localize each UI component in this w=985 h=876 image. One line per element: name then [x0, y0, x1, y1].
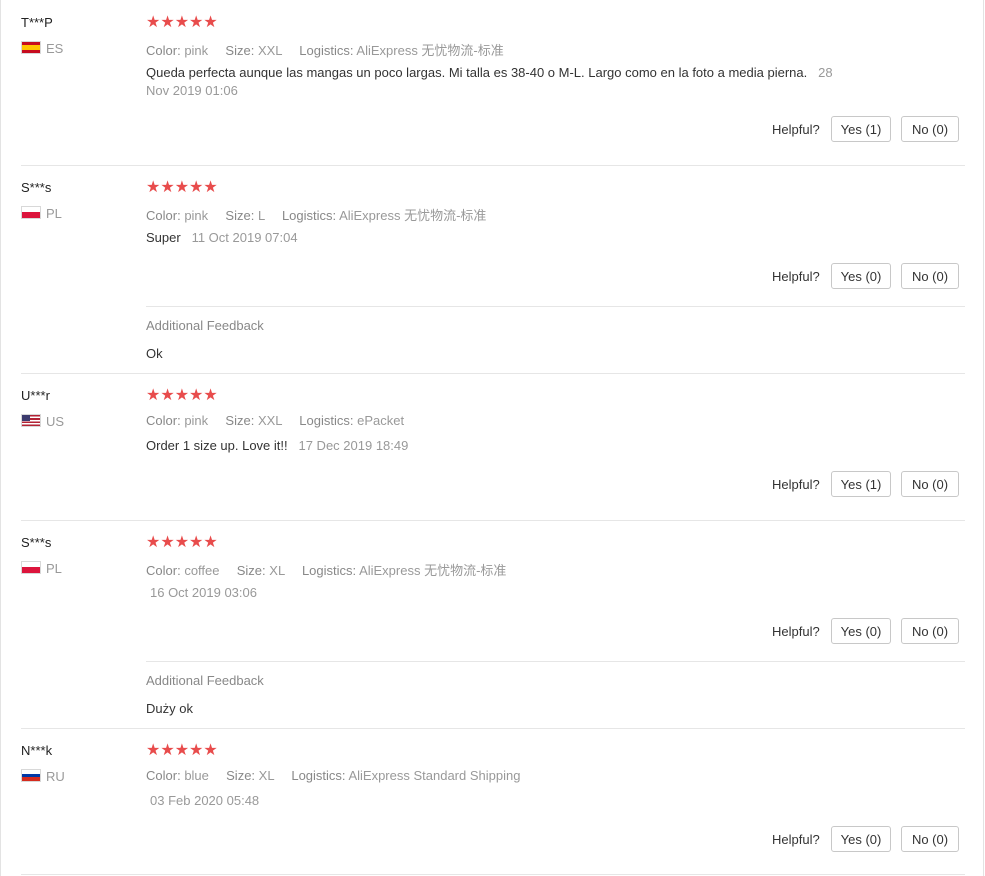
reviewer-name: T***P — [21, 15, 53, 30]
helpful-label: Helpful? — [772, 477, 820, 492]
logistics-value: ePacket — [357, 413, 405, 428]
color-value: coffee — [184, 563, 220, 578]
helpful-label: Helpful? — [772, 624, 820, 639]
size-value: XL — [269, 563, 285, 578]
helpful-yes-button[interactable]: Yes (0) — [831, 263, 891, 289]
review-meta: Color: pink Size: XXL Logistics: AliExpr… — [146, 40, 504, 59]
helpful-yes-button[interactable]: Yes (0) — [831, 618, 891, 644]
review-date: 17 Dec 2019 18:49 — [291, 438, 408, 453]
review-date: 11 Oct 2019 07:04 — [184, 230, 298, 245]
review-date: 16 Oct 2019 03:06 — [150, 585, 257, 600]
poland-flag-icon — [21, 561, 41, 574]
reviewer-country: ES — [46, 41, 64, 56]
rating-stars: ★★★★★ — [146, 742, 218, 759]
helpful-yes-button[interactable]: Yes (0) — [831, 826, 891, 852]
color-value: blue — [184, 768, 209, 783]
color-value: pink — [184, 43, 209, 58]
review-text: Order 1 size up. Love it!! 17 Dec 2019 1… — [146, 437, 408, 455]
color-label: Color: — [146, 563, 181, 578]
left-border — [0, 0, 1, 876]
helpful-label: Helpful? — [772, 832, 820, 847]
logistics-label: Logistics: — [301, 563, 357, 578]
reviewer-country: PL — [46, 206, 62, 221]
review-date-day: 28 — [818, 65, 833, 80]
review-text: Queda perfecta aunque las mangas un poco… — [146, 64, 866, 100]
helpful-no-button[interactable]: No (0) — [901, 826, 959, 852]
logistics-label: Logistics: — [299, 43, 354, 58]
color-label: Color: — [146, 413, 181, 428]
reviewer-country: PL — [46, 561, 62, 576]
size-label: Size: — [236, 563, 266, 578]
review-body: Order 1 size up. Love it!! — [146, 438, 288, 453]
helpful-no-button[interactable]: No (0) — [901, 116, 959, 142]
additional-divider — [146, 306, 965, 307]
review-body: Super — [146, 230, 181, 245]
review-divider — [21, 373, 965, 374]
size-label: Size: — [225, 413, 255, 428]
logistics-label: Logistics: — [291, 768, 346, 783]
review-divider — [21, 520, 965, 521]
additional-divider — [146, 661, 965, 662]
additional-feedback-title: Additional Feedback — [146, 318, 264, 333]
logistics-value: AliExpress 无忧物流-标准 — [359, 563, 507, 578]
reviewer-name: U***r — [21, 388, 50, 403]
size-value: XXL — [257, 43, 283, 58]
review-divider — [21, 165, 965, 166]
review-meta: Color: pink Size: XXL Logistics: ePacket — [146, 413, 404, 428]
reviewer-name: S***s — [21, 535, 52, 550]
rating-stars: ★★★★★ — [146, 387, 218, 404]
size-value: XL — [258, 768, 275, 783]
reviewer-country: RU — [46, 769, 65, 784]
usa-flag-icon — [21, 414, 41, 427]
helpful-yes-button[interactable]: Yes (1) — [831, 116, 891, 142]
logistics-label: Logistics: — [299, 413, 354, 428]
review-date-rest: Nov 2019 01:06 — [146, 83, 238, 98]
review-meta: Color: pink Size: L Logistics: AliExpres… — [146, 205, 486, 224]
review-divider — [21, 728, 965, 729]
logistics-value: AliExpress 无忧物流-标准 — [356, 43, 504, 58]
additional-feedback-text: Duży ok — [146, 701, 193, 716]
color-label: Color: — [146, 208, 181, 223]
helpful-no-button[interactable]: No (0) — [901, 263, 959, 289]
review-meta: Color: blue Size: XL Logistics: AliExpre… — [146, 768, 520, 783]
review-date-value: 17 Dec 2019 18:49 — [298, 438, 409, 453]
size-label: Size: — [225, 208, 255, 223]
right-border — [983, 0, 984, 876]
review-text: Super 11 Oct 2019 07:04 — [146, 229, 298, 247]
helpful-yes-button[interactable]: Yes (1) — [831, 471, 891, 497]
review-date-value: 11 Oct 2019 07:04 — [191, 230, 298, 245]
russia-flag-icon — [21, 769, 41, 782]
color-label: Color: — [146, 43, 181, 58]
logistics-value: AliExpress 无忧物流-标准 — [339, 208, 487, 223]
review-divider — [21, 874, 965, 875]
helpful-no-button[interactable]: No (0) — [901, 471, 959, 497]
helpful-label: Helpful? — [772, 122, 820, 137]
rating-stars: ★★★★★ — [146, 179, 218, 196]
color-value: pink — [184, 413, 209, 428]
rating-stars: ★★★★★ — [146, 534, 218, 551]
color-label: Color: — [146, 768, 181, 783]
rating-stars: ★★★★★ — [146, 14, 218, 31]
poland-flag-icon — [21, 206, 41, 219]
helpful-label: Helpful? — [772, 269, 820, 284]
logistics-value: AliExpress Standard Shipping — [348, 768, 521, 783]
size-label: Size: — [226, 768, 256, 783]
helpful-no-button[interactable]: No (0) — [901, 618, 959, 644]
size-value: XXL — [257, 413, 283, 428]
additional-feedback-text: Ok — [146, 346, 163, 361]
additional-feedback-title: Additional Feedback — [146, 673, 264, 688]
review-meta: Color: coffee Size: XL Logistics: AliExp… — [146, 560, 506, 579]
color-value: pink — [184, 208, 209, 223]
reviewer-name: N***k — [21, 743, 53, 758]
spain-flag-icon — [21, 41, 41, 54]
size-value: L — [257, 208, 265, 223]
size-label: Size: — [225, 43, 255, 58]
logistics-label: Logistics: — [281, 208, 337, 223]
review-date: 03 Feb 2020 05:48 — [150, 793, 260, 808]
review-body: Queda perfecta aunque las mangas un poco… — [146, 65, 808, 80]
reviewer-country: US — [46, 414, 65, 429]
reviewer-name: S***s — [21, 180, 52, 195]
